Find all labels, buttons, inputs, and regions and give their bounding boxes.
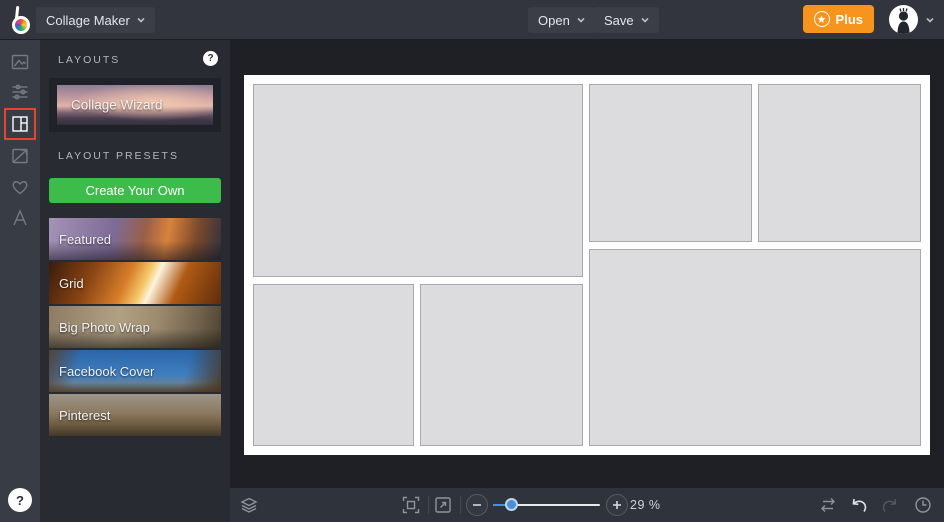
history-clock-icon	[913, 495, 933, 515]
layers-icon	[239, 495, 259, 515]
layouts-header: LAYOUTS	[58, 54, 120, 66]
collage-cell[interactable]	[589, 249, 921, 446]
collage-cell[interactable]	[253, 84, 583, 277]
avatar[interactable]	[889, 5, 918, 34]
sidebar-item-graphics[interactable]	[10, 146, 30, 166]
graphics-icon	[10, 146, 30, 166]
preset-item-pinterest[interactable]: Pinterest	[49, 394, 221, 438]
plus-upgrade-button[interactable]: Plus	[803, 5, 874, 33]
collage-wizard-label: Collage Wizard	[71, 98, 163, 113]
layouts-panel: LAYOUTS ? Collage Wizard LAYOUT PRESETS …	[40, 40, 230, 522]
divider	[460, 496, 461, 514]
sidebar-item-text[interactable]	[10, 208, 30, 228]
layouts-icon	[10, 114, 30, 134]
preset-label: Big Photo Wrap	[49, 320, 150, 335]
help-button[interactable]: ?	[8, 488, 32, 512]
collage-cell[interactable]	[589, 84, 752, 242]
chevron-down-icon	[641, 16, 649, 24]
zoom-in-icon	[611, 499, 623, 511]
zoom-out-icon	[471, 499, 483, 511]
open-dropdown[interactable]: Open	[528, 7, 595, 33]
divider	[428, 496, 429, 514]
sidebar-item-favorites[interactable]	[10, 177, 30, 197]
preset-item-featured[interactable]: Featured	[49, 218, 221, 262]
history-button[interactable]	[913, 495, 933, 515]
adjustments-icon	[10, 82, 30, 102]
preset-label: Featured	[49, 232, 111, 247]
chevron-down-icon	[577, 16, 585, 24]
preset-label: Facebook Cover	[49, 364, 154, 379]
collage-cell[interactable]	[758, 84, 921, 242]
preset-label: Pinterest	[49, 408, 110, 423]
undo-button[interactable]	[849, 495, 869, 515]
collage-cell[interactable]	[253, 284, 414, 446]
collage-wizard-thumbnail: Collage Wizard	[57, 85, 213, 125]
fullscreen-icon	[433, 495, 453, 515]
save-label: Save	[604, 13, 634, 28]
collage-maker-app: Collage Maker Open Save Plus	[0, 0, 944, 522]
redo-button[interactable]	[880, 495, 900, 515]
zoom-out-button[interactable]	[466, 494, 488, 516]
fullscreen-button[interactable]	[433, 495, 453, 515]
sidebar-item-photo-editor[interactable]	[10, 52, 30, 72]
preset-item-facebook-cover[interactable]: Facebook Cover	[49, 350, 221, 394]
plus-label: Plus	[836, 12, 863, 27]
avatar-chevron-down-icon[interactable]	[926, 16, 934, 24]
layouts-help-icon[interactable]: ?	[203, 51, 218, 66]
create-your-own-button[interactable]: Create Your Own	[49, 178, 221, 203]
bottom-toolbar: 29 %	[230, 488, 944, 522]
photo-editor-icon	[10, 52, 30, 72]
fit-screen-icon	[401, 495, 421, 515]
preset-item-grid[interactable]: Grid	[49, 262, 221, 306]
sidebar-item-adjustments[interactable]	[10, 82, 30, 102]
chevron-down-icon	[137, 16, 145, 24]
star-icon	[814, 11, 830, 27]
redo-icon	[880, 495, 900, 515]
tool-rail: ?	[0, 40, 40, 522]
favorites-heart-icon	[10, 177, 30, 197]
layers-button[interactable]	[239, 495, 259, 515]
zoom-slider[interactable]	[493, 504, 600, 506]
compare-button[interactable]	[818, 495, 838, 515]
preset-item-big-photo-wrap[interactable]: Big Photo Wrap	[49, 306, 221, 350]
sidebar-item-layouts[interactable]	[10, 114, 30, 134]
app-menu-dropdown[interactable]: Collage Maker	[36, 7, 155, 33]
open-label: Open	[538, 13, 570, 28]
befunky-logo[interactable]	[10, 6, 34, 34]
canvas-area	[230, 40, 944, 488]
collage-board[interactable]	[244, 75, 930, 455]
preset-list: Featured Grid Big Photo Wrap Facebook Co…	[49, 218, 221, 438]
zoom-in-button[interactable]	[606, 494, 628, 516]
save-dropdown[interactable]: Save	[594, 7, 659, 33]
zoom-percent-value: 29 %	[630, 498, 676, 512]
help-glyph: ?	[207, 53, 213, 64]
fit-to-screen-button[interactable]	[401, 495, 421, 515]
compare-icon	[818, 495, 838, 515]
logo-color-wheel	[12, 16, 30, 34]
undo-icon	[849, 495, 869, 515]
help-glyph: ?	[16, 493, 24, 508]
text-icon	[10, 208, 30, 228]
zoom-slider-knob[interactable]	[505, 498, 518, 511]
topbar: Collage Maker Open Save Plus	[0, 0, 944, 40]
collage-cell[interactable]	[420, 284, 583, 446]
collage-wizard-card[interactable]: Collage Wizard	[49, 78, 221, 132]
preset-label: Grid	[49, 276, 84, 291]
layout-presets-header: LAYOUT PRESETS	[58, 150, 179, 162]
app-menu-label: Collage Maker	[46, 13, 130, 28]
